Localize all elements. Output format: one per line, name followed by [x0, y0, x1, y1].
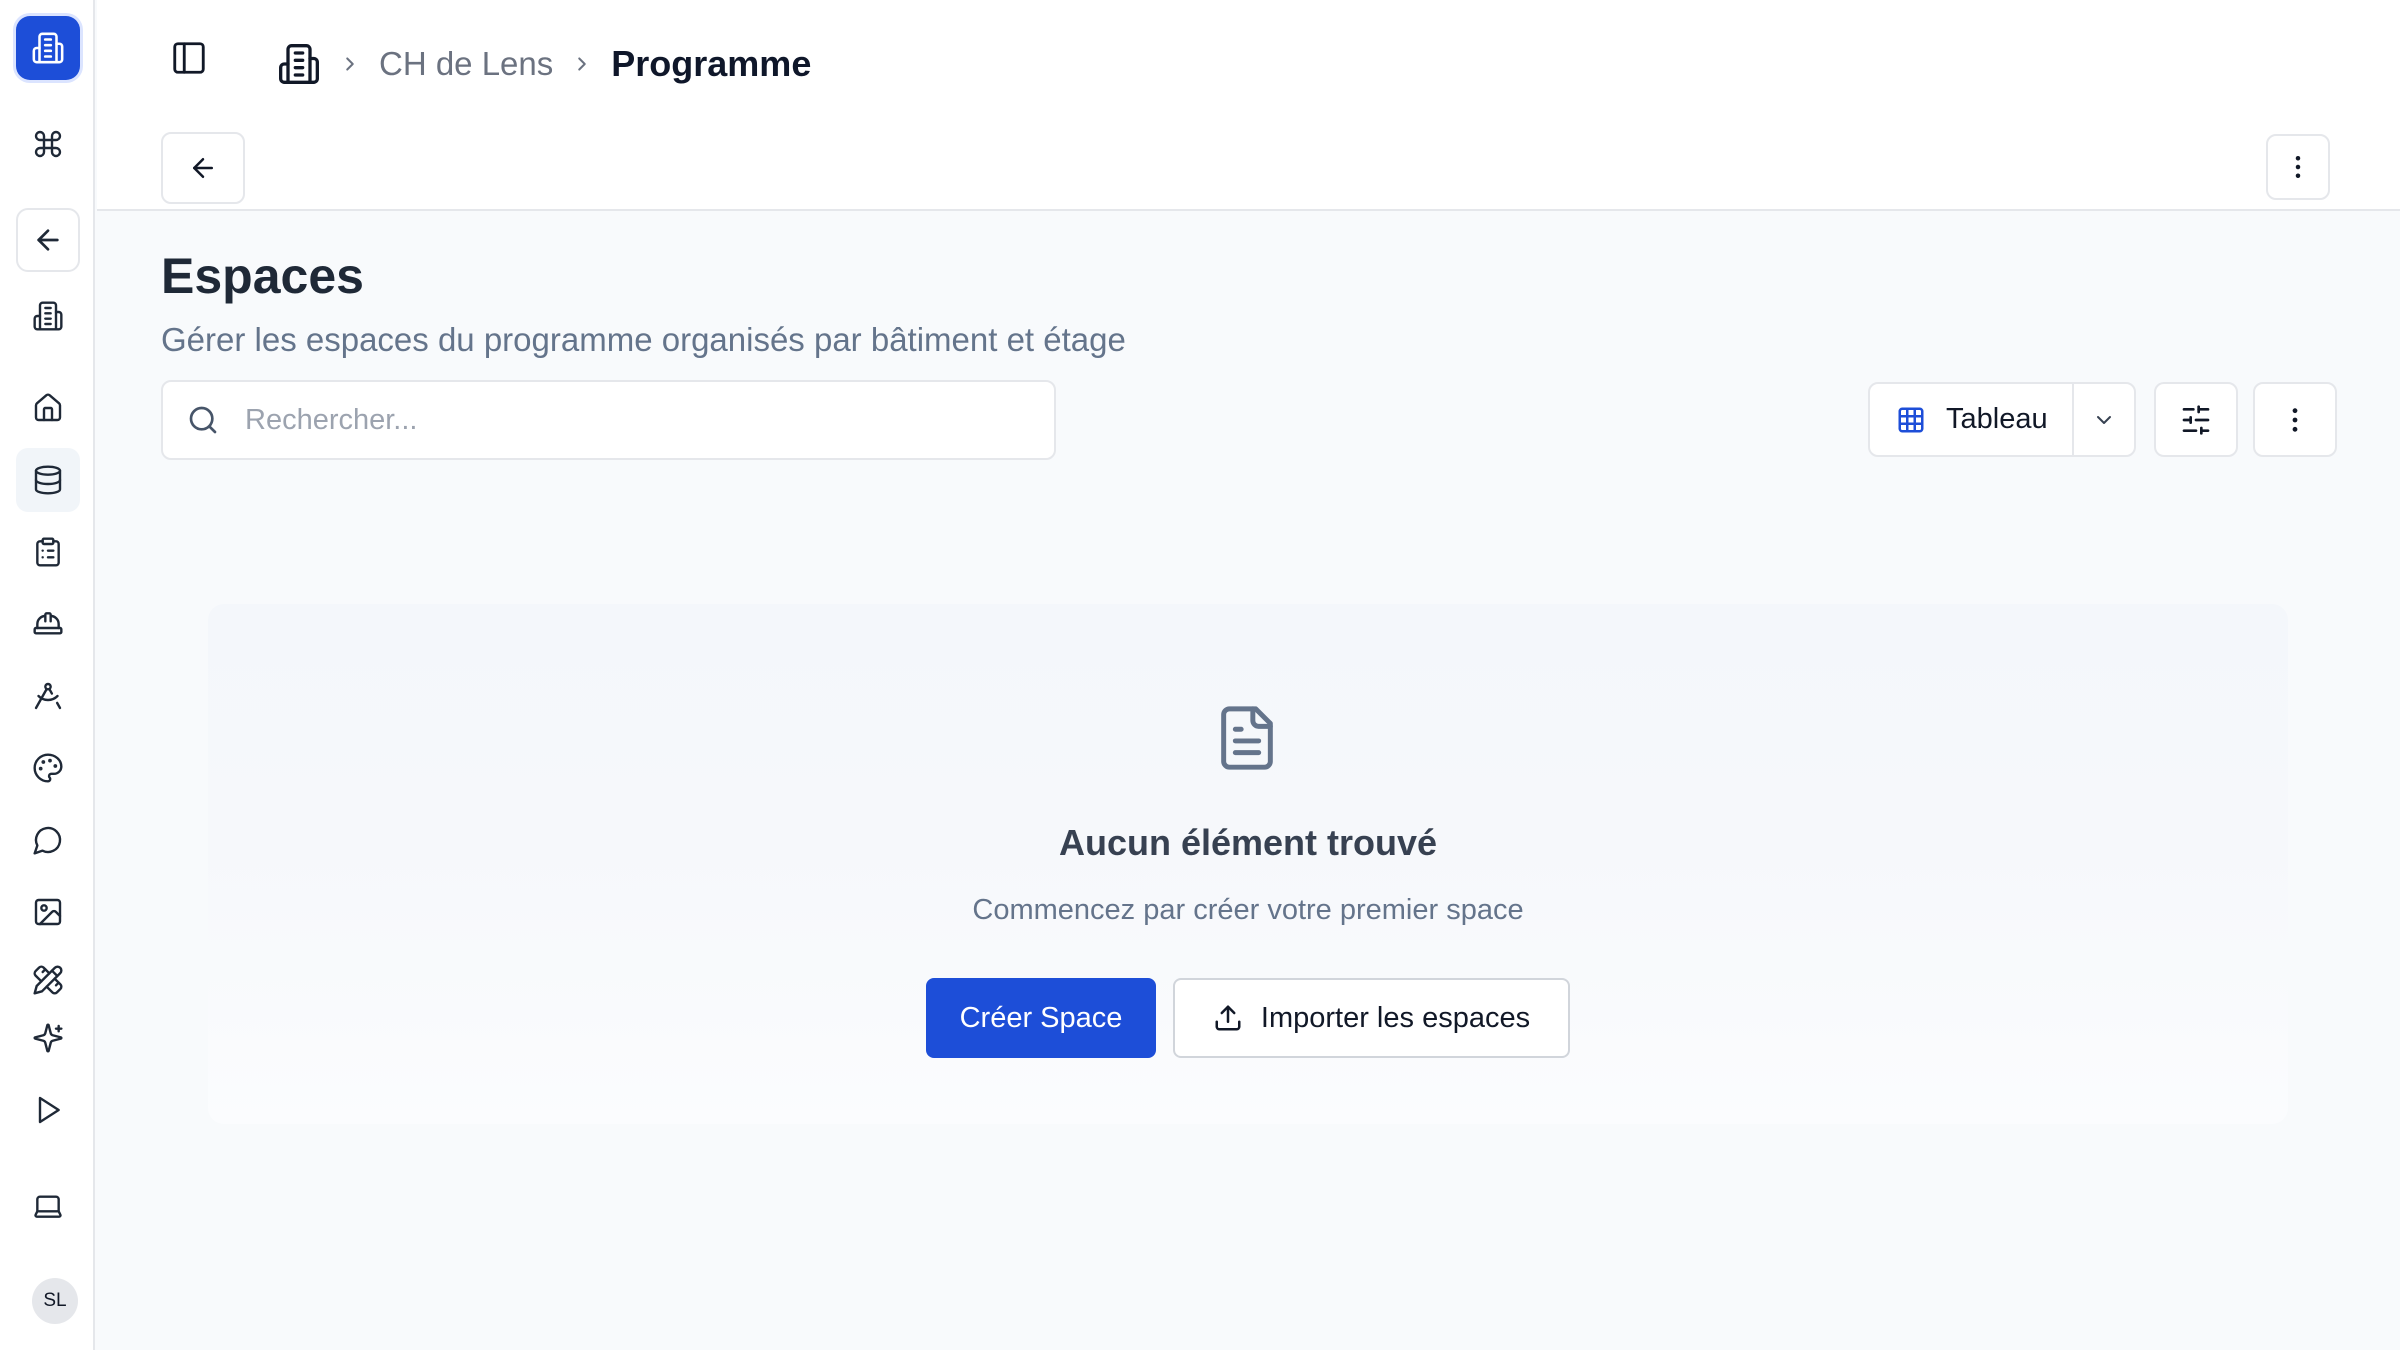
clipboard-icon[interactable]	[16, 520, 80, 584]
building-icon[interactable]	[277, 42, 321, 86]
page-title: Espaces	[161, 248, 364, 304]
chevron-right-icon	[571, 53, 593, 75]
import-spaces-label: Importer les espaces	[1260, 1001, 1531, 1034]
home-icon[interactable]	[16, 376, 80, 440]
more-vertical-icon	[2283, 152, 2313, 182]
breadcrumb-current: Programme	[611, 43, 812, 84]
upload-icon	[1213, 1003, 1243, 1033]
compass-icon[interactable]	[16, 664, 80, 728]
file-text-icon	[1212, 698, 1282, 778]
header-more-button[interactable]	[2266, 134, 2330, 200]
import-spaces-button[interactable]: Importer les espaces	[1173, 978, 1570, 1058]
create-space-label: Créer Space	[959, 1001, 1123, 1034]
chevron-down-icon	[2092, 408, 2116, 432]
filter-settings-button[interactable]	[2154, 382, 2238, 457]
empty-state-title: Aucun élément trouvé	[1058, 822, 1438, 863]
command-icon[interactable]	[16, 112, 80, 176]
app-logo-icon[interactable]	[16, 16, 80, 80]
back-button[interactable]	[161, 132, 245, 204]
breadcrumb: CH de Lens Programme	[277, 36, 811, 92]
view-selector-label: Tableau	[1946, 403, 2048, 435]
panel-left-toggle-icon[interactable]	[163, 32, 215, 84]
database-icon[interactable]	[16, 448, 80, 512]
sliders-icon	[2180, 404, 2212, 436]
arrow-left-icon	[188, 153, 218, 183]
hard-hat-icon[interactable]	[16, 592, 80, 656]
empty-state-description: Commencez par créer votre premier space	[972, 894, 1524, 926]
sparkles-icon[interactable]	[16, 1006, 80, 1070]
play-icon[interactable]	[16, 1078, 80, 1142]
view-dropdown-toggle[interactable]	[2074, 384, 2134, 455]
top-bar: CH de Lens Programme	[97, 0, 2400, 211]
chevron-right-icon	[339, 53, 361, 75]
arrow-left-icon[interactable]	[16, 208, 80, 272]
more-options-button[interactable]	[2253, 382, 2337, 457]
building-icon[interactable]	[16, 284, 80, 348]
table-icon	[1896, 405, 1926, 435]
sidebar: SL	[0, 0, 95, 1350]
search-box	[161, 380, 1056, 460]
laptop-icon[interactable]	[16, 1174, 80, 1238]
ruler-pencil-icon[interactable]	[16, 948, 80, 1012]
page-subtitle: Gérer les espaces du programme organisés…	[161, 321, 1126, 358]
palette-icon[interactable]	[16, 736, 80, 800]
more-vertical-icon	[2279, 404, 2311, 436]
search-input[interactable]	[245, 390, 1005, 450]
view-selector: Tableau	[1868, 382, 2136, 457]
avatar[interactable]: SL	[32, 1278, 78, 1324]
search-icon	[187, 404, 219, 436]
create-space-button[interactable]: Créer Space	[926, 978, 1156, 1058]
view-selector-button[interactable]: Tableau	[1870, 384, 2074, 455]
breadcrumb-parent-link[interactable]: CH de Lens	[379, 45, 553, 83]
